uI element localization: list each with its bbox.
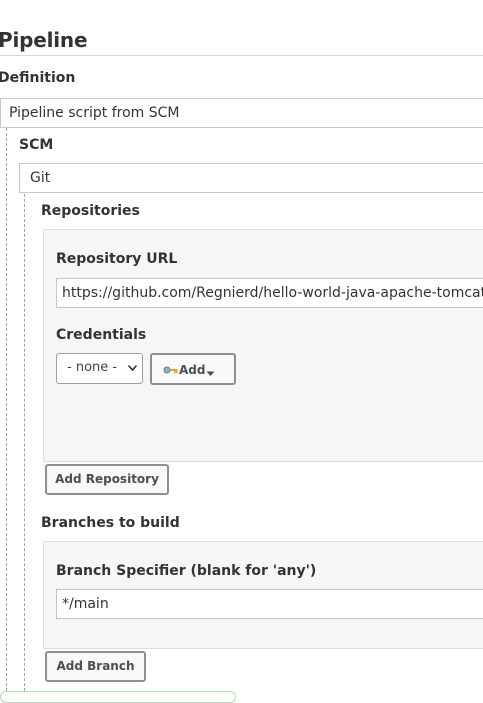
- credentials-add-label: Add: [179, 363, 206, 377]
- definition-label: Definition: [0, 70, 76, 86]
- credentials-select[interactable]: - none -: [56, 353, 143, 384]
- chevron-down-icon: [127, 362, 138, 378]
- add-branch-button[interactable]: Add Branch: [45, 651, 146, 682]
- branches-label: Branches to build: [41, 515, 180, 531]
- definition-nesting-guide: [6, 128, 7, 696]
- add-repository-button[interactable]: Add Repository: [45, 464, 169, 495]
- bottom-partial-element: [0, 691, 236, 703]
- credentials-select-value: - none -: [67, 360, 118, 375]
- branch-specifier-input[interactable]: */main: [56, 589, 483, 619]
- page-title: Pipeline: [0, 28, 88, 52]
- repository-url-label: Repository URL: [56, 251, 178, 267]
- caret-down-icon: [206, 366, 215, 380]
- branch-specifier-label: Branch Specifier (blank for 'any'): [56, 563, 317, 579]
- repository-url-input[interactable]: https://github.com/Regnierd/hello-world-…: [56, 278, 483, 308]
- scm-label: SCM: [19, 137, 54, 153]
- title-divider: [0, 55, 483, 56]
- repositories-label: Repositories: [41, 203, 140, 219]
- credentials-label: Credentials: [56, 327, 147, 343]
- credentials-add-button[interactable]: Add: [150, 353, 236, 385]
- branch-specifier-value: */main: [62, 596, 109, 612]
- scm-select-value: Git: [30, 170, 51, 186]
- definition-select-value: Pipeline script from SCM: [9, 105, 180, 121]
- repository-url-value: https://github.com/Regnierd/hello-world-…: [62, 285, 483, 301]
- definition-select[interactable]: Pipeline script from SCM: [0, 98, 483, 128]
- scm-select[interactable]: Git: [19, 163, 483, 193]
- scm-nesting-guide: [24, 194, 25, 696]
- key-icon: [163, 363, 179, 380]
